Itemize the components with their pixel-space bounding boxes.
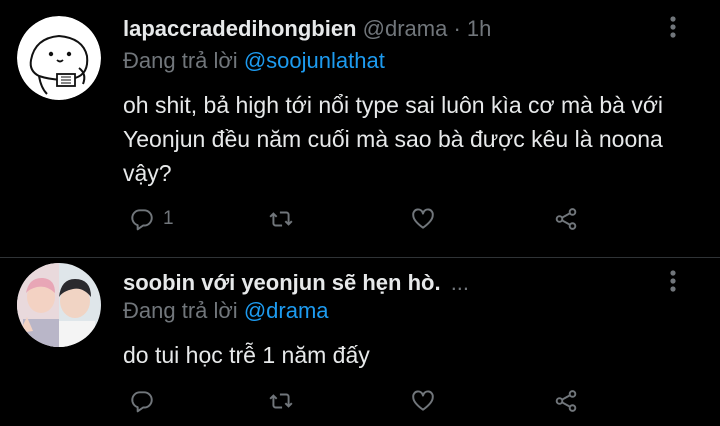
replying-to: Đang trả lời @soojunlathat xyxy=(123,47,385,75)
truncation-ellipsis: ... xyxy=(450,270,470,295)
tweet-text: do tui học trễ 1 năm đấy xyxy=(123,342,370,368)
retweet-icon xyxy=(269,393,293,409)
more-options-button[interactable] xyxy=(660,12,686,42)
display-name[interactable]: soobin với yeonjun sẽ hẹn hò. xyxy=(123,270,441,295)
tweet-text: oh shit, bả high tới nổi type sai luôn k… xyxy=(123,92,664,186)
retweet-icon xyxy=(269,211,293,227)
replying-to-prefix: Đang trả lời xyxy=(123,48,238,73)
user-handle[interactable]: @drama xyxy=(363,16,448,41)
replying-to-mention[interactable]: @soojunlathat xyxy=(244,48,385,73)
share-icon xyxy=(555,208,577,230)
share-button[interactable] xyxy=(553,386,579,416)
reply-icon xyxy=(131,391,153,413)
tweet[interactable]: soobin với yeonjun sẽ hẹn hò. ... Đang t… xyxy=(0,258,720,426)
like-button[interactable] xyxy=(410,204,444,234)
reply-icon xyxy=(131,209,153,231)
heart-icon xyxy=(412,390,434,411)
reply-button[interactable] xyxy=(129,386,163,416)
heart-icon xyxy=(412,208,434,229)
more-vertical-icon xyxy=(670,270,676,292)
tweet-actions: 1 xyxy=(123,204,593,234)
avatar[interactable] xyxy=(17,263,101,347)
more-vertical-icon xyxy=(670,16,676,38)
photo-avatar-icon xyxy=(17,263,101,347)
tweet-actions xyxy=(123,386,593,416)
retweet-button[interactable] xyxy=(268,204,302,234)
replying-to-mention[interactable]: @drama xyxy=(244,298,329,323)
reply-button[interactable]: 1 xyxy=(129,204,174,234)
tweet-header: lapaccradedihongbien @drama · 1h xyxy=(123,14,491,44)
like-button[interactable] xyxy=(410,386,444,416)
display-name[interactable]: lapaccradedihongbien xyxy=(123,16,357,41)
replying-to: Đang trả lời @drama xyxy=(123,297,329,325)
share-button[interactable] xyxy=(553,204,579,234)
share-icon xyxy=(555,390,577,412)
tweet[interactable]: lapaccradedihongbien @drama · 1h Đang tr… xyxy=(0,0,720,258)
reply-count: 1 xyxy=(163,208,174,229)
timestamp[interactable]: 1h xyxy=(467,16,491,41)
avatar[interactable] xyxy=(17,16,101,100)
separator-dot: · xyxy=(453,16,461,41)
cartoon-avatar-icon xyxy=(17,16,101,100)
replying-to-prefix: Đang trả lời xyxy=(123,298,238,323)
tweet-header: soobin với yeonjun sẽ hẹn hò. ... xyxy=(123,268,469,298)
retweet-button[interactable] xyxy=(268,386,302,416)
more-options-button[interactable] xyxy=(660,266,686,296)
